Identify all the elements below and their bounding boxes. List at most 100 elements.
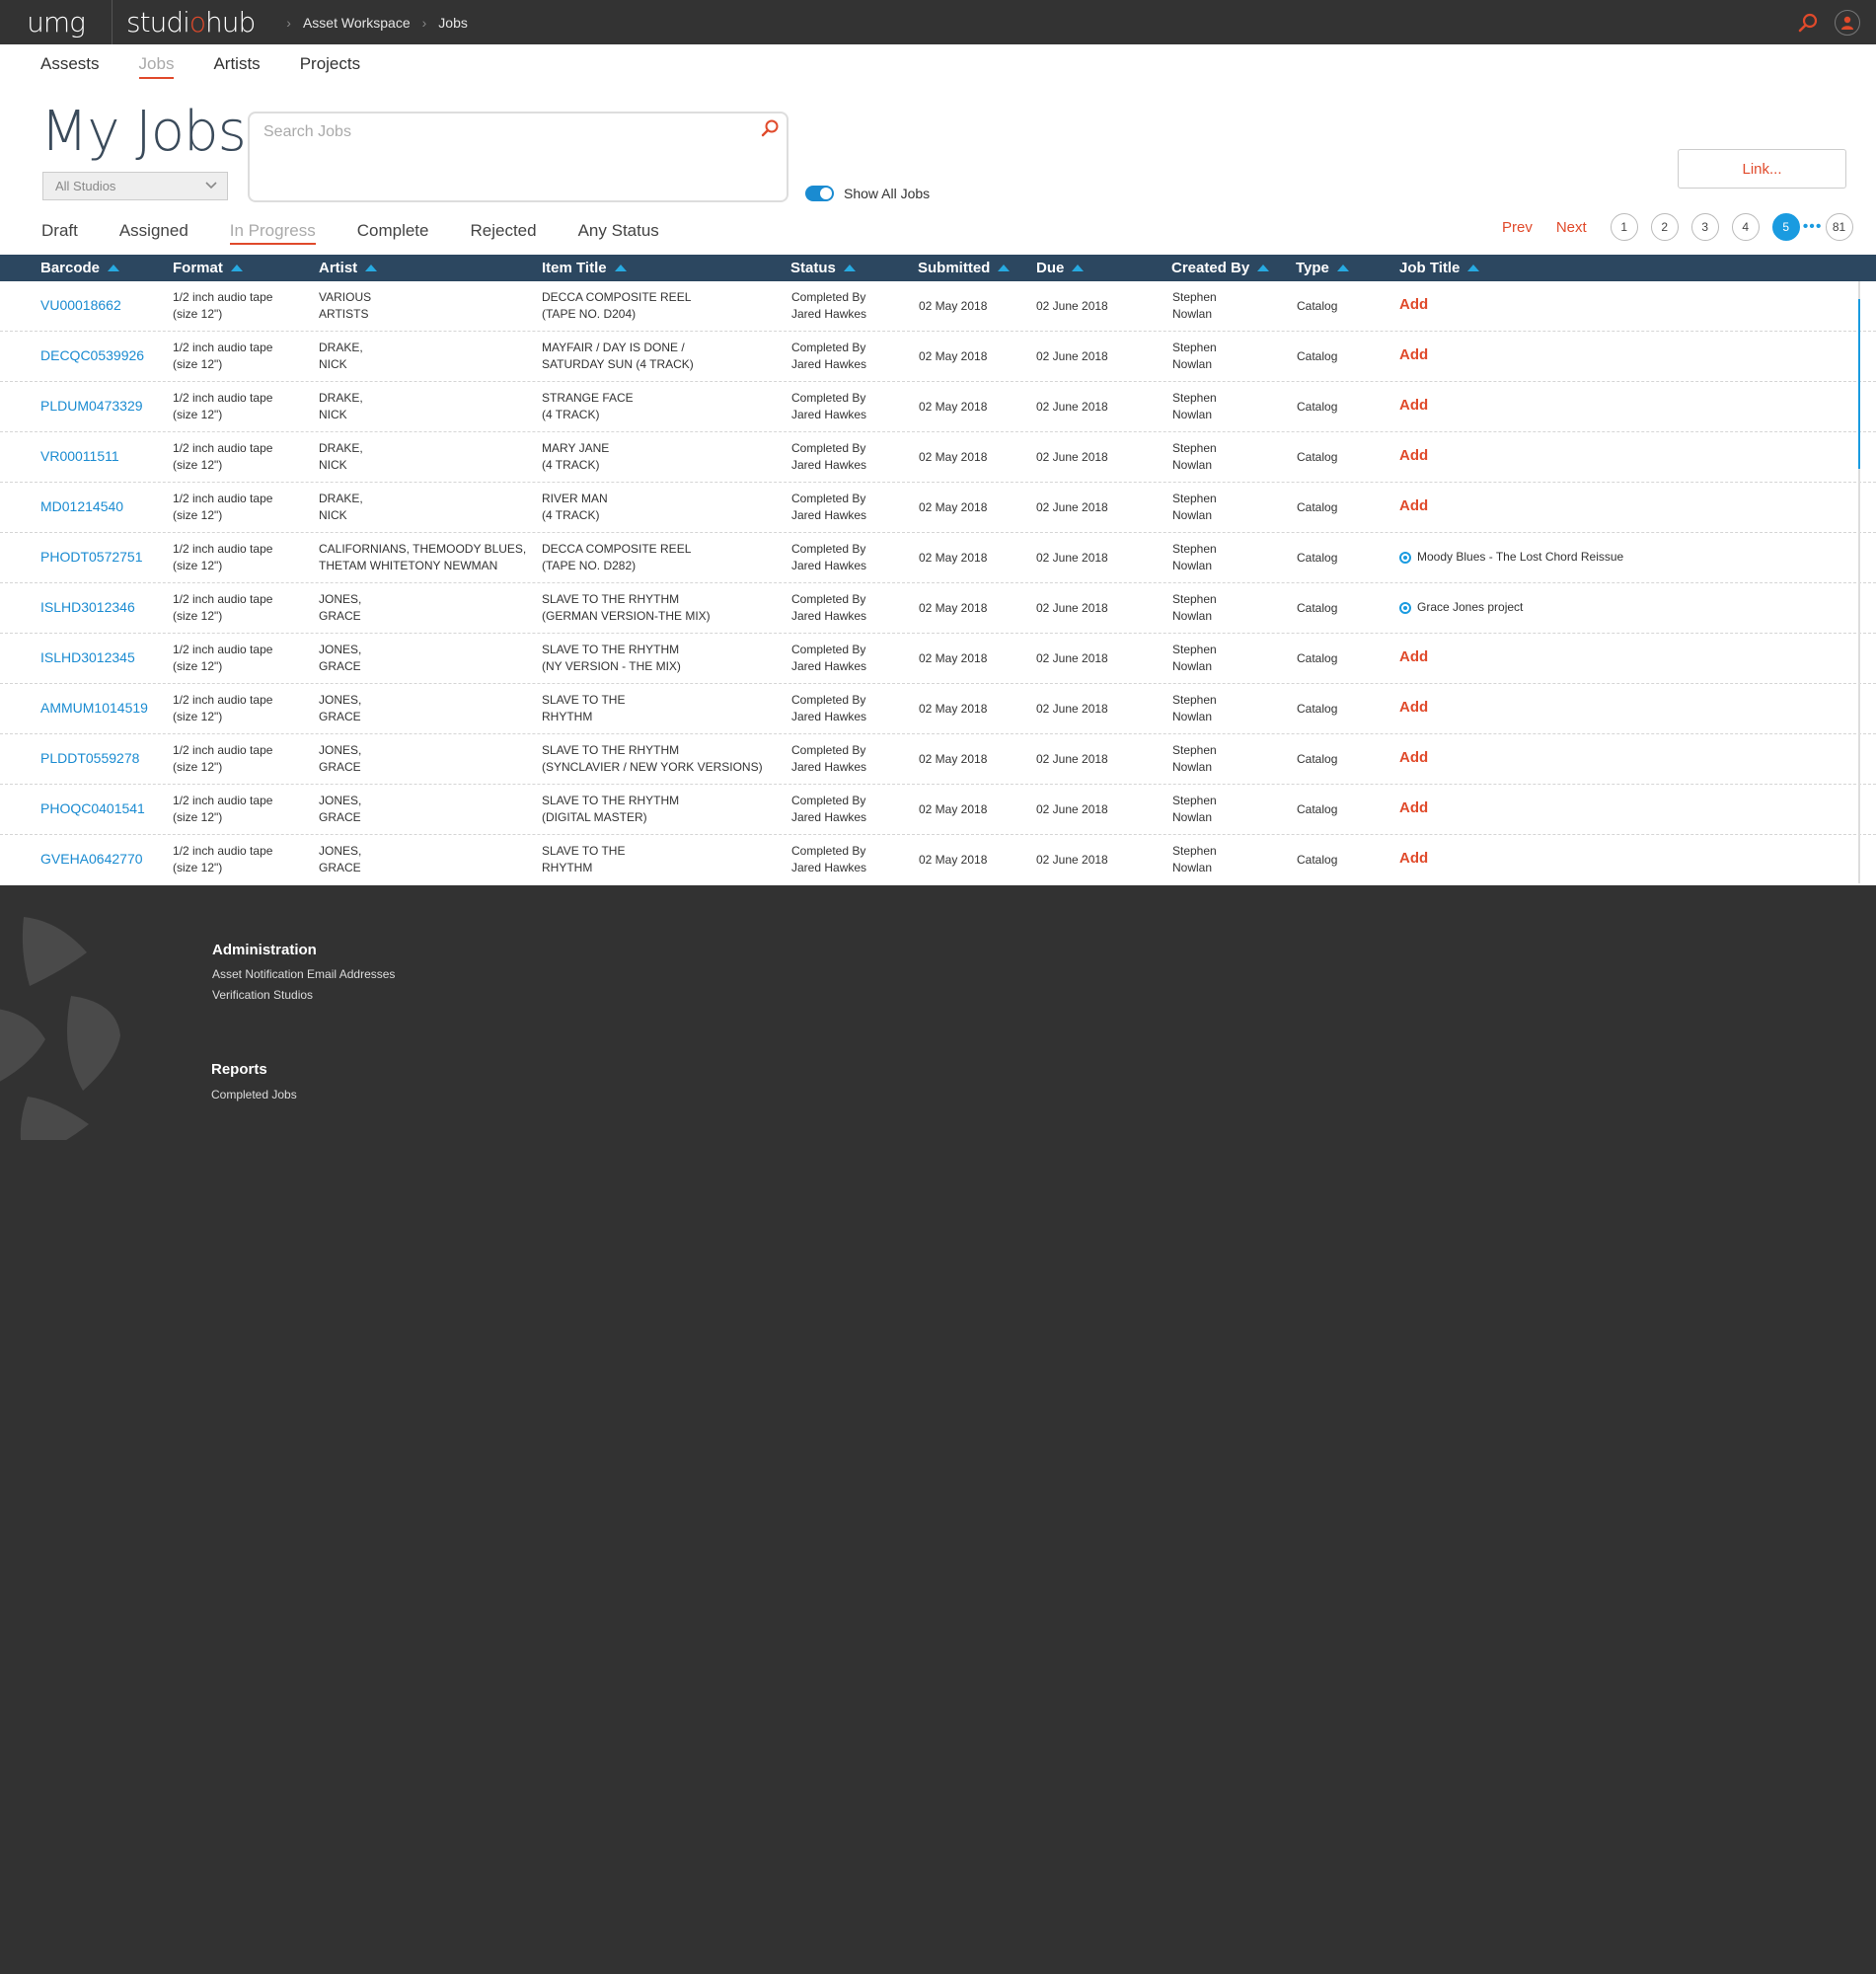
add-job-button[interactable]: Add [1399, 397, 1428, 414]
table-row[interactable]: GVEHA0642770 1/2 inch audio tape (size 12"… [0, 835, 1876, 885]
tab-draft[interactable]: Draft [41, 221, 78, 245]
tab-complete[interactable]: Complete [357, 221, 429, 245]
search-icon[interactable] [759, 117, 781, 144]
add-job-button[interactable]: Add [1399, 497, 1428, 514]
job-title-link[interactable]: Moody Blues - The Lost Chord Reissue [1399, 549, 1623, 566]
table-row[interactable]: PLDDT0559278 1/2 inch audio tape (size 12"… [0, 734, 1876, 785]
status-cell-line-1: Completed By [791, 794, 866, 807]
table-row[interactable]: VR00011511 1/2 inch audio tape (size 12") D… [0, 432, 1876, 483]
page-button-1[interactable]: 1 [1610, 213, 1638, 241]
table-row[interactable]: PHOQC0401541 1/2 inch audio tape (size 12"… [0, 785, 1876, 835]
submitted-date: 02 May 2018 [919, 702, 988, 716]
barcode-link[interactable]: ISLHD3012346 [40, 599, 135, 616]
table-row[interactable]: ISLHD3012346 1/2 inch audio tape (size 12"… [0, 583, 1876, 634]
add-job-button[interactable]: Add [1399, 850, 1428, 867]
job-title-link[interactable]: Grace Jones project [1399, 599, 1523, 616]
show-all-jobs-toggle[interactable]: Show All Jobs [805, 186, 930, 201]
table-row[interactable]: PLDUM0473329 1/2 inch audio tape (size 12"… [0, 382, 1876, 432]
umg-logo[interactable]: umg [0, 6, 112, 38]
table-row[interactable]: MD01214540 1/2 inch audio tape (size 12") D… [0, 483, 1876, 533]
item-title-cell-line-2: RHYTHM [542, 710, 593, 723]
footer-link-completed-jobs[interactable]: Completed Jobs [211, 1088, 297, 1101]
page-button-5[interactable]: 5 [1771, 213, 1800, 241]
table-row[interactable]: AMMUM1014519 1/2 inch audio tape (size 12"… [0, 684, 1876, 734]
column-header-submitted[interactable]: Submitted [918, 260, 1011, 276]
barcode-link[interactable]: PHODT0572751 [40, 549, 143, 566]
type-cell: Catalog [1297, 349, 1338, 363]
column-header-item-title[interactable]: Item Title [542, 260, 627, 276]
status-cell-line-2: Jared Hawkes [791, 710, 867, 723]
column-header-due[interactable]: Due [1036, 260, 1085, 276]
page-title: My Jobs [40, 100, 247, 164]
studiohub-logo[interactable]: studiohub [113, 6, 274, 38]
breadcrumb-jobs[interactable]: Jobs [438, 15, 468, 31]
studio-filter-select[interactable]: All Studios [42, 172, 228, 200]
format-cell: 1/2 inch audio tape (size 12") [173, 793, 272, 826]
search-icon[interactable] [1795, 10, 1821, 36]
nav-jobs[interactable]: Jobs [138, 54, 175, 79]
page-button-3[interactable]: 3 [1690, 213, 1719, 241]
add-job-button[interactable]: Add [1399, 447, 1428, 464]
barcode-link[interactable]: PLDDT0559278 [40, 750, 139, 767]
format-cell-line-2: (size 12") [173, 307, 223, 321]
table-row[interactable]: VU00018662 1/2 inch audio tape (size 12") V… [0, 281, 1876, 332]
nav-artists[interactable]: Artists [213, 54, 260, 79]
barcode-link[interactable]: AMMUM1014519 [40, 700, 148, 717]
barcode-link[interactable]: GVEHA0642770 [40, 851, 143, 868]
table-row[interactable]: DECQC0539926 1/2 inch audio tape (size 12"… [0, 332, 1876, 382]
scrollbar-thumb[interactable] [1858, 299, 1860, 469]
page-button-4[interactable]: 4 [1731, 213, 1760, 241]
tab-in-progress[interactable]: In Progress [229, 221, 316, 245]
barcode-link[interactable]: VU00018662 [40, 297, 121, 314]
column-header-status[interactable]: Status [790, 260, 856, 276]
nav-assests[interactable]: Assests [40, 54, 100, 79]
user-icon[interactable] [1835, 10, 1860, 36]
add-job-button[interactable]: Add [1399, 296, 1428, 313]
status-cell-line-1: Completed By [791, 341, 866, 354]
column-header-barcode[interactable]: Barcode [40, 260, 120, 276]
artist-cell-line-2: GRACE [319, 760, 361, 774]
artist-cell-line-1: DRAKE, [319, 341, 363, 354]
barcode-link[interactable]: PLDUM0473329 [40, 398, 143, 415]
status-cell-line-2: Jared Hawkes [791, 307, 867, 321]
prev-page-link[interactable]: Prev [1502, 219, 1533, 236]
barcode-link[interactable]: DECQC0539926 [40, 347, 144, 364]
table-row[interactable]: ISLHD3012345 1/2 inch audio tape (size 12"… [0, 634, 1876, 684]
column-header-artist[interactable]: Artist [319, 260, 378, 276]
linked-job-icon [1399, 601, 1411, 614]
tab-rejected[interactable]: Rejected [470, 221, 536, 245]
next-page-link[interactable]: Next [1556, 219, 1587, 236]
table-row[interactable]: PHODT0572751 1/2 inch audio tape (size 12"… [0, 533, 1876, 583]
barcode-link[interactable]: MD01214540 [40, 498, 123, 515]
add-job-button[interactable]: Add [1399, 648, 1428, 665]
footer-administration-title: Administration [212, 942, 317, 958]
page-button-2[interactable]: 2 [1650, 213, 1679, 241]
breadcrumb-asset-workspace[interactable]: Asset Workspace [303, 15, 411, 31]
footer-link-asset-notification-emails[interactable]: Asset Notification Email Addresses [212, 967, 395, 981]
add-job-button[interactable]: Add [1399, 699, 1428, 716]
tab-assigned[interactable]: Assigned [119, 221, 188, 245]
toggle-switch[interactable] [805, 186, 834, 201]
format-cell-line-1: 1/2 inch audio tape [173, 693, 273, 707]
barcode-link[interactable]: ISLHD3012345 [40, 649, 135, 666]
add-job-button[interactable]: Add [1399, 749, 1428, 766]
column-header-job-title[interactable]: Job Title [1399, 260, 1480, 276]
chevron-down-icon [205, 182, 217, 190]
add-job-button[interactable]: Add [1399, 346, 1428, 363]
column-header-format[interactable]: Format [173, 260, 243, 276]
created-by-cell: Stephen Nowlan [1172, 340, 1217, 373]
column-header-created-by[interactable]: Created By [1171, 260, 1270, 276]
item-title-cell-line-1: SLAVE TO THE [542, 844, 626, 858]
search-jobs-input[interactable] [263, 123, 737, 141]
nav-projects[interactable]: Projects [300, 54, 360, 79]
item-title-cell: STRANGE FACE (4 TRACK) [542, 390, 634, 423]
add-job-button[interactable]: Add [1399, 799, 1428, 816]
column-header-type[interactable]: Type [1296, 260, 1349, 276]
barcode-link[interactable]: PHOQC0401541 [40, 800, 145, 817]
footer-link-verification-studios[interactable]: Verification Studios [212, 988, 313, 1002]
barcode-link[interactable]: VR00011511 [40, 448, 119, 465]
link-button[interactable]: Link... [1678, 149, 1846, 189]
page-button-last[interactable]: 81 [1825, 213, 1853, 241]
tab-any-status[interactable]: Any Status [578, 221, 659, 245]
created-by-cell-line-2: Nowlan [1172, 508, 1213, 522]
